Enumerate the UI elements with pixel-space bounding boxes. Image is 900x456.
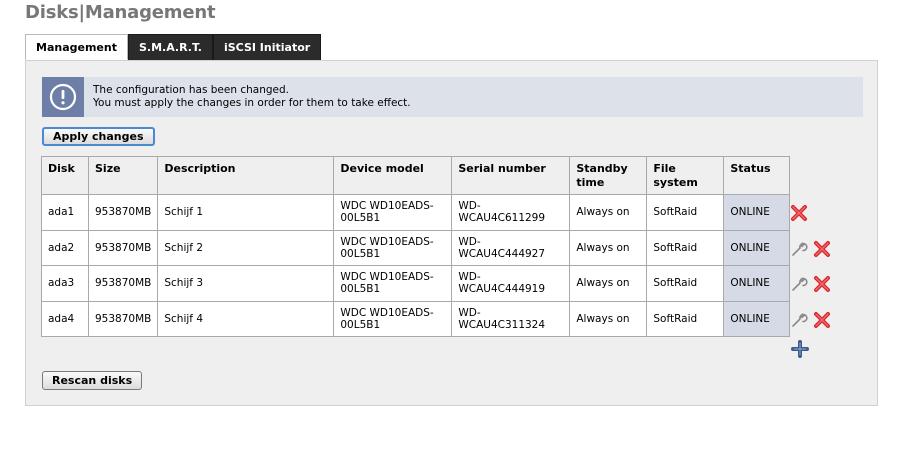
table-header-row: Disk Size Description Device model Seria… xyxy=(41,156,791,195)
cell-file-system: SoftRaid xyxy=(646,229,725,266)
cell-description: Schijf 3 xyxy=(157,265,335,302)
col-fs-label-2: system xyxy=(653,176,698,189)
cell-device-model: WDC WD10EADS- 00L5B1 xyxy=(333,194,453,231)
cell-standby: Always on xyxy=(569,265,648,302)
col-serial-number: Serial number xyxy=(451,156,571,195)
cell-file-system: SoftRaid xyxy=(646,265,725,302)
wrench-icon[interactable] xyxy=(789,274,809,294)
model-line-1: WDC WD10EADS- xyxy=(340,306,434,319)
cell-size: 953870MB xyxy=(87,194,159,231)
col-file-system: File system xyxy=(646,156,725,195)
col-standby-time: Standby time xyxy=(569,156,648,195)
delete-x-icon[interactable] xyxy=(812,310,832,330)
cell-standby: Always on xyxy=(569,300,648,337)
cell-description: Schijf 1 xyxy=(157,194,335,231)
col-standby-label-1: Standby xyxy=(576,162,628,175)
wrench-icon[interactable] xyxy=(789,310,809,330)
col-size: Size xyxy=(87,156,159,195)
cell-disk: ada2 xyxy=(41,229,89,266)
notice-line-1: The configuration has been changed. xyxy=(93,84,289,96)
cell-serial: WD-WCAU4C311324 xyxy=(451,300,571,337)
model-line-1: WDC WD10EADS- xyxy=(340,271,434,284)
row-actions-ada2 xyxy=(789,231,849,266)
cell-status: ONLINE xyxy=(723,300,791,337)
cell-device-model: WDC WD10EADS- 00L5B1 xyxy=(333,300,453,337)
table-row: ada1 953870MB Schijf 1 WDC WD10EADS- 00L5… xyxy=(41,194,791,231)
delete-x-icon[interactable] xyxy=(812,239,832,259)
wrench-icon[interactable] xyxy=(789,239,809,259)
cell-file-system: SoftRaid xyxy=(646,194,725,231)
cell-disk: ada4 xyxy=(41,300,89,337)
cell-standby: Always on xyxy=(569,194,648,231)
tab-management[interactable]: Management xyxy=(25,34,128,60)
table-row: ada3 953870MB Schijf 3 WDC WD10EADS- 00L5… xyxy=(41,265,791,302)
plus-icon[interactable] xyxy=(790,339,810,359)
cell-size: 953870MB xyxy=(87,265,159,302)
cell-serial: WD-WCAU4C611299 xyxy=(451,194,571,231)
cell-description: Schijf 4 xyxy=(157,300,335,337)
cell-status: ONLINE xyxy=(723,194,791,231)
cell-disk: ada1 xyxy=(41,194,89,231)
page-title: Disks|Management xyxy=(25,2,216,23)
col-status: Status xyxy=(723,156,791,195)
delete-x-icon[interactable] xyxy=(812,274,832,294)
cell-status: ONLINE xyxy=(723,229,791,266)
cell-device-model: WDC WD10EADS- 00L5B1 xyxy=(333,265,453,302)
model-line-2: 00L5B1 xyxy=(340,212,381,225)
model-line-2: 00L5B1 xyxy=(340,247,381,260)
model-line-2: 00L5B1 xyxy=(340,283,381,296)
config-changed-notice: The configuration has been changed. You … xyxy=(42,77,863,117)
management-panel: The configuration has been changed. You … xyxy=(25,60,878,406)
model-line-1: WDC WD10EADS- xyxy=(340,235,434,248)
tab-bar: Management S.M.A.R.T. iSCSI Initiator xyxy=(25,34,322,60)
tab-iscsi-initiator[interactable]: iSCSI Initiator xyxy=(212,34,322,60)
cell-status: ONLINE xyxy=(723,265,791,302)
cell-standby: Always on xyxy=(569,229,648,266)
row-actions-ada1 xyxy=(789,195,849,230)
cell-disk: ada3 xyxy=(41,265,89,302)
table-row: ada4 953870MB Schijf 4 WDC WD10EADS- 00L5… xyxy=(41,300,791,337)
row-actions-ada3 xyxy=(789,266,849,301)
cell-description: Schijf 2 xyxy=(157,229,335,266)
disks-table: Disk Size Description Device model Seria… xyxy=(41,156,791,337)
model-line-2: 00L5B1 xyxy=(340,318,381,331)
cell-size: 953870MB xyxy=(87,300,159,337)
col-description: Description xyxy=(157,156,335,195)
cell-file-system: SoftRaid xyxy=(646,300,725,337)
row-actions-ada4 xyxy=(789,302,849,337)
col-standby-label-2: time xyxy=(576,176,605,189)
delete-x-icon[interactable] xyxy=(789,203,809,223)
notice-line-2: You must apply the changes in order for … xyxy=(93,97,411,109)
tab-smart[interactable]: S.M.A.R.T. xyxy=(127,34,213,60)
model-line-1: WDC WD10EADS- xyxy=(340,200,434,213)
exclamation-icon xyxy=(42,77,84,117)
cell-size: 953870MB xyxy=(87,229,159,266)
rescan-disks-button[interactable]: Rescan disks xyxy=(42,371,143,390)
col-fs-label-1: File xyxy=(653,162,676,175)
cell-serial: WD-WCAU4C444919 xyxy=(451,265,571,302)
col-disk: Disk xyxy=(41,156,89,195)
cell-device-model: WDC WD10EADS- 00L5B1 xyxy=(333,229,453,266)
apply-changes-button[interactable]: Apply changes xyxy=(42,127,155,146)
cell-serial: WD-WCAU4C444927 xyxy=(451,229,571,266)
col-device-model: Device model xyxy=(333,156,453,195)
table-row: ada2 953870MB Schijf 2 WDC WD10EADS- 00L5… xyxy=(41,229,791,266)
